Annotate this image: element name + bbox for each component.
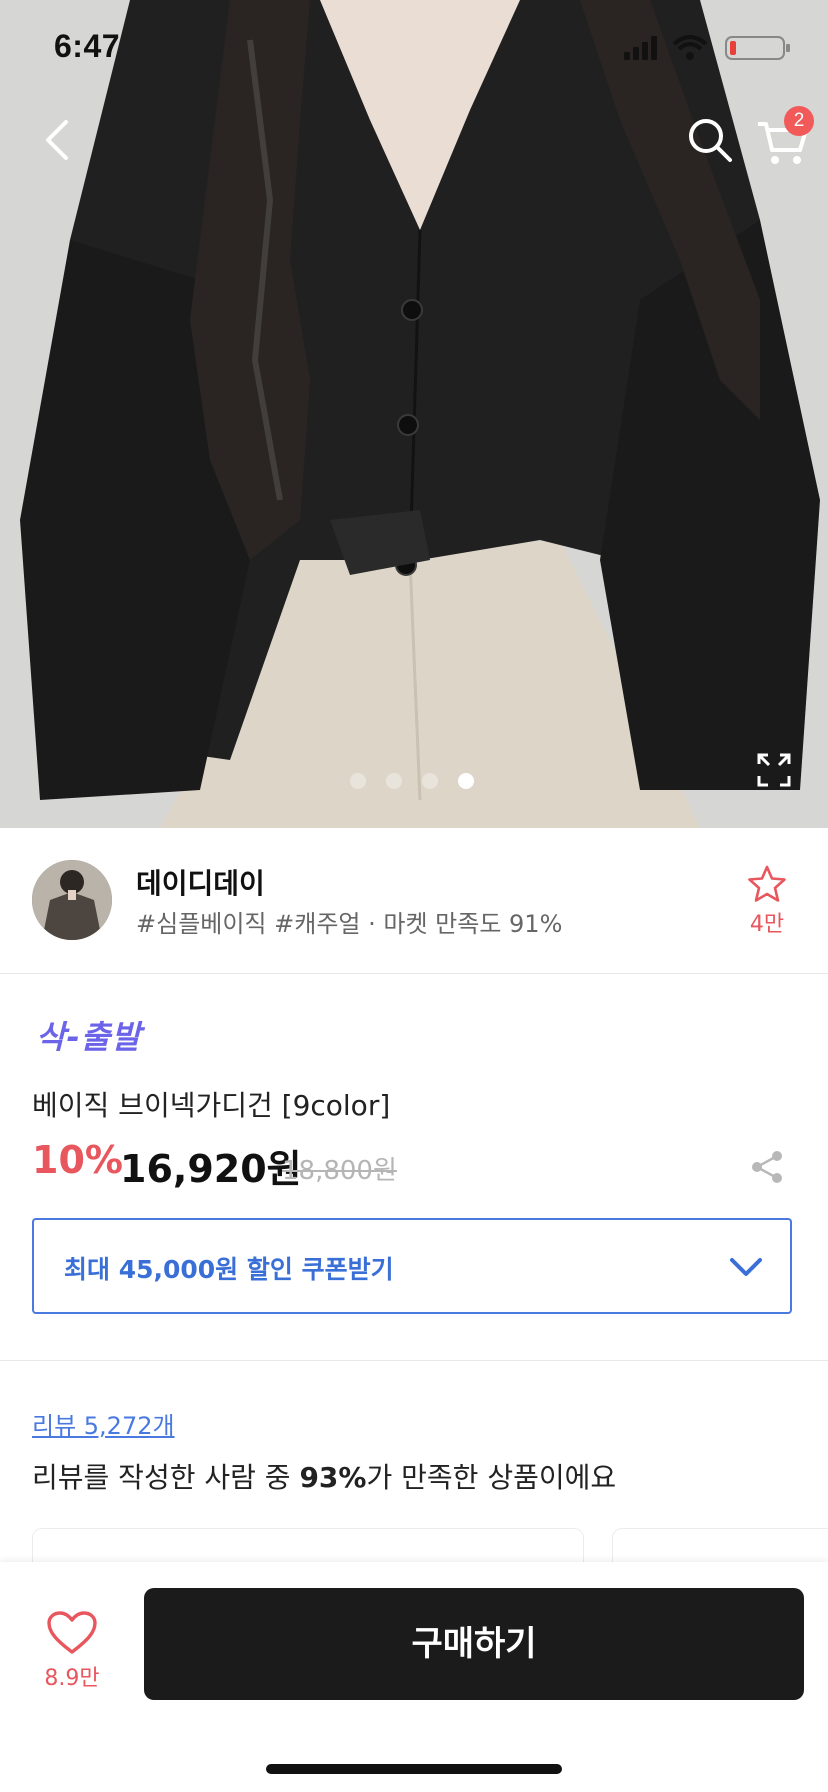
gallery-dot[interactable]: [386, 773, 402, 789]
review-satisfaction-summary: 리뷰를 작성한 사람 중 93%가 만족한 상품이에요: [32, 1456, 616, 1496]
star-icon: [748, 865, 786, 902]
discount-rate: 10%: [32, 1138, 123, 1182]
price-row: 10% 16,920원 18,800원: [32, 1138, 812, 1191]
shop-favorite-button[interactable]: 4만: [736, 864, 798, 940]
status-indicators-icon: [624, 35, 790, 60]
search-icon[interactable]: [682, 112, 738, 168]
share-icon[interactable]: [748, 1148, 786, 1186]
product-image-gallery[interactable]: 6:47 2: [0, 0, 828, 828]
status-bar: 6:47: [0, 0, 828, 96]
review-summary-suffix: 가 만족한 상품이에요: [366, 1461, 617, 1494]
product-title: 베이직 브이넥가디건 [9color]: [32, 1089, 391, 1122]
cart-count-badge: 2: [784, 106, 814, 136]
gallery-dot[interactable]: [422, 773, 438, 789]
shop-info-row[interactable]: 데이디데이 #심플베이직 #캐주얼 · 마켓 만족도 91% 4만: [0, 828, 828, 974]
review-count-link[interactable]: 리뷰 5,272개: [32, 1406, 175, 1441]
expand-icon[interactable]: [756, 752, 792, 788]
original-price: 18,800원: [282, 1156, 397, 1186]
like-button[interactable]: 8.9만: [36, 1610, 108, 1702]
purchase-bar: 8.9만 구매하기: [0, 1562, 828, 1792]
buy-button[interactable]: 구매하기: [144, 1588, 804, 1700]
sale-price: 16,920원: [120, 1147, 302, 1191]
home-indicator: [266, 1764, 562, 1774]
review-summary-prefix: 리뷰를 작성한 사람 중: [32, 1461, 300, 1494]
chevron-down-icon: [730, 1258, 762, 1276]
gallery-dot-active[interactable]: [458, 773, 474, 789]
shop-avatar-image: [32, 860, 112, 940]
like-count: 8.9만: [44, 1666, 100, 1691]
coupon-label: 최대 45,000원 할인 쿠폰받기: [64, 1255, 394, 1284]
gallery-dot[interactable]: [350, 773, 366, 789]
shop-avatar[interactable]: [32, 860, 112, 940]
status-time: 6:47: [54, 28, 121, 64]
shop-name[interactable]: 데이디데이: [136, 862, 265, 902]
fast-delivery-badge: 삭-출발: [36, 1018, 142, 1056]
coupon-download-button[interactable]: 최대 45,000원 할인 쿠폰받기: [32, 1218, 792, 1314]
review-summary-percent: 93%: [299, 1461, 367, 1494]
shop-tags: #심플베이직 #캐주얼 · 마켓 만족도 91%: [136, 910, 563, 938]
gallery-pagination: [350, 773, 480, 789]
section-divider: [0, 1360, 828, 1361]
shop-favorite-count: 4만: [749, 912, 785, 937]
back-arrow-icon[interactable]: [28, 110, 88, 170]
heart-icon: [47, 1611, 97, 1654]
